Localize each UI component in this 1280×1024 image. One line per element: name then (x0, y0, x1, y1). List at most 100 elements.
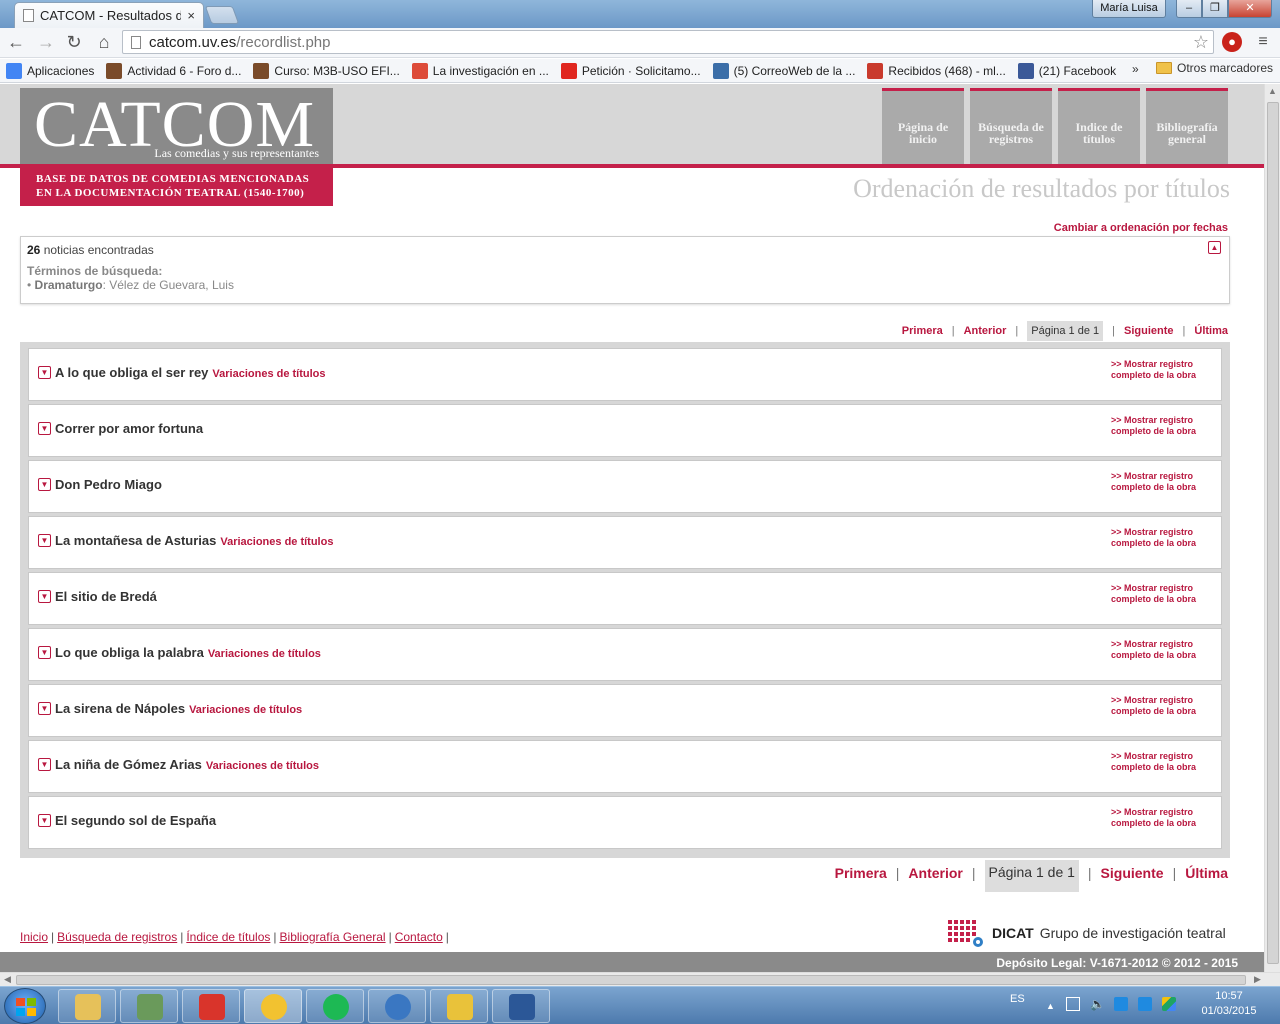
more-bookmarks-button[interactable]: » (1132, 62, 1139, 76)
bookmark-item[interactable]: (21) Facebook (1017, 62, 1116, 79)
expand-toggle-icon[interactable]: ▼ (38, 478, 51, 491)
expand-toggle-icon[interactable]: ▼ (38, 534, 51, 547)
address-bar[interactable]: catcom.uv.es/recordlist.php ☆ (122, 30, 1214, 54)
expand-toggle-icon[interactable]: ▼ (38, 758, 51, 771)
result-title[interactable]: Correr por amor fortuna (55, 421, 203, 436)
bookmark-item[interactable]: Actividad 6 - Foro d... (106, 62, 241, 79)
dropbox-icon[interactable] (1114, 997, 1128, 1011)
taskbar-app[interactable] (182, 989, 240, 1023)
expand-toggle-icon[interactable]: ▼ (38, 646, 51, 659)
taskbar-app[interactable] (430, 989, 488, 1023)
pager-first[interactable]: Primera (835, 865, 887, 881)
bookmark-item[interactable]: La investigación en ... (411, 62, 549, 79)
show-full-record-link[interactable]: >> Mostrar registro completo de la obra (1111, 751, 1211, 773)
bookmark-item[interactable]: Aplicaciones (6, 62, 94, 79)
title-variants-link[interactable]: Variaciones de títulos (208, 648, 321, 660)
show-full-record-link[interactable]: >> Mostrar registro completo de la obra (1111, 695, 1211, 717)
nav-home-button[interactable]: Página de inicio (882, 88, 964, 164)
result-title[interactable]: La sirena de Nápoles Variaciones de títul… (55, 701, 302, 716)
pager-next[interactable]: Siguiente (1124, 325, 1174, 337)
minimize-button[interactable]: – (1176, 0, 1202, 18)
result-title[interactable]: El segundo sol de España (55, 813, 216, 828)
language-indicator[interactable]: ES (1010, 993, 1025, 1005)
pager-prev[interactable]: Anterior (964, 325, 1007, 337)
clock[interactable]: 10:57 01/03/2015 (1196, 989, 1262, 1019)
bookmark-item[interactable]: (5) CorreoWeb de la ... (712, 62, 855, 79)
new-tab-button[interactable] (204, 6, 240, 24)
horizontal-scrollbar[interactable]: ◀ ▶ (0, 972, 1280, 986)
result-title[interactable]: La montañesa de Asturias Variaciones de t… (55, 533, 333, 548)
browser-tab[interactable]: CATCOM - Resultados de × (14, 2, 204, 28)
chrome-menu-icon[interactable]: ≡ (1254, 32, 1272, 52)
pager-first[interactable]: Primera (902, 325, 943, 337)
close-window-button[interactable]: ✕ (1228, 0, 1272, 18)
footer-link[interactable]: Contacto (395, 930, 443, 944)
scroll-up-icon[interactable]: ▲ (1268, 86, 1277, 96)
tab-close-icon[interactable]: × (187, 8, 195, 23)
taskbar-app[interactable] (58, 989, 116, 1023)
bookmark-item[interactable]: Curso: M3B-USO EFI... (253, 62, 400, 79)
pager-next[interactable]: Siguiente (1101, 865, 1164, 881)
scroll-left-icon[interactable]: ◀ (4, 974, 11, 985)
reload-icon[interactable]: ↻ (64, 32, 84, 52)
show-full-record-link[interactable]: >> Mostrar registro completo de la obra (1111, 359, 1211, 381)
dropbox-sync-icon[interactable] (1138, 997, 1152, 1011)
show-full-record-link[interactable]: >> Mostrar registro completo de la obra (1111, 527, 1211, 549)
taskbar-app[interactable] (306, 989, 364, 1023)
scroll-thumb[interactable] (1267, 102, 1279, 964)
taskbar-app[interactable] (492, 989, 550, 1023)
title-variants-link[interactable]: Variaciones de títulos (220, 536, 333, 548)
footer-link[interactable]: Inicio (20, 930, 48, 944)
result-title[interactable]: A lo que obliga el ser rey Variaciones de… (55, 365, 326, 380)
bookmark-star-icon[interactable]: ☆ (1193, 31, 1209, 53)
home-icon[interactable]: ⌂ (94, 32, 114, 52)
result-title[interactable]: El sitio de Bredá (55, 589, 157, 604)
collapse-icon[interactable]: ▲ (1208, 241, 1221, 254)
show-full-record-link[interactable]: >> Mostrar registro completo de la obra (1111, 471, 1211, 493)
expand-toggle-icon[interactable]: ▼ (38, 590, 51, 603)
result-title[interactable]: Don Pedro Miago (55, 477, 162, 492)
profile-button[interactable]: María Luisa (1092, 0, 1166, 18)
nav-search-button[interactable]: Búsqueda de registros (970, 88, 1052, 164)
volume-icon[interactable]: 🔈 (1090, 997, 1105, 1011)
scroll-thumb[interactable] (16, 975, 1246, 985)
maximize-button[interactable]: ❐ (1202, 0, 1228, 18)
pager-last[interactable]: Última (1185, 865, 1228, 881)
expand-toggle-icon[interactable]: ▼ (38, 422, 51, 435)
footer-link[interactable]: Búsqueda de registros (57, 930, 177, 944)
pager-prev[interactable]: Anterior (908, 865, 962, 881)
tray-expand-icon[interactable]: ▲ (1046, 1001, 1060, 1015)
expand-toggle-icon[interactable]: ▼ (38, 814, 51, 827)
google-drive-icon[interactable] (1162, 997, 1176, 1011)
catcom-logo[interactable]: CATCOM Las comedias y sus representantes… (20, 88, 333, 206)
nav-title-index-button[interactable]: Indice de títulos (1058, 88, 1140, 164)
change-order-link[interactable]: Cambiar a ordenación por fechas (1054, 222, 1228, 234)
adblock-extension-icon[interactable]: ● (1222, 32, 1242, 52)
pager-last[interactable]: Última (1194, 325, 1228, 337)
expand-toggle-icon[interactable]: ▼ (38, 702, 51, 715)
vertical-scrollbar[interactable]: ▲ (1264, 84, 1280, 972)
bookmark-item[interactable]: Recibidos (468) - ml... (867, 62, 1006, 79)
forward-icon[interactable]: → (36, 32, 56, 52)
result-title[interactable]: La niña de Gómez Arias Variaciones de tít… (55, 757, 319, 772)
scroll-right-icon[interactable]: ▶ (1254, 974, 1261, 985)
back-icon[interactable]: ← (6, 32, 26, 52)
taskbar-app[interactable] (368, 989, 426, 1023)
nav-bibliography-button[interactable]: Bibliografía general (1146, 88, 1228, 164)
show-full-record-link[interactable]: >> Mostrar registro completo de la obra (1111, 415, 1211, 437)
result-title[interactable]: Lo que obliga la palabra Variaciones de t… (55, 645, 321, 660)
show-full-record-link[interactable]: >> Mostrar registro completo de la obra (1111, 639, 1211, 661)
title-variants-link[interactable]: Variaciones de títulos (189, 704, 302, 716)
other-bookmarks-folder[interactable]: Otros marcadores (1156, 61, 1273, 75)
action-center-icon[interactable] (1066, 997, 1080, 1011)
title-variants-link[interactable]: Variaciones de títulos (206, 760, 319, 772)
title-variants-link[interactable]: Variaciones de títulos (212, 368, 325, 380)
dicat-brand[interactable]: DICAT Grupo de investigación teatral (946, 918, 1226, 948)
show-full-record-link[interactable]: >> Mostrar registro completo de la obra (1111, 807, 1211, 829)
footer-link[interactable]: Índice de títulos (186, 930, 270, 944)
taskbar-app[interactable] (244, 989, 302, 1023)
footer-link[interactable]: Bibliografía General (280, 930, 386, 944)
expand-toggle-icon[interactable]: ▼ (38, 366, 51, 379)
start-button[interactable] (4, 988, 46, 1024)
bookmark-item[interactable]: Petición · Solicitamo... (560, 62, 701, 79)
